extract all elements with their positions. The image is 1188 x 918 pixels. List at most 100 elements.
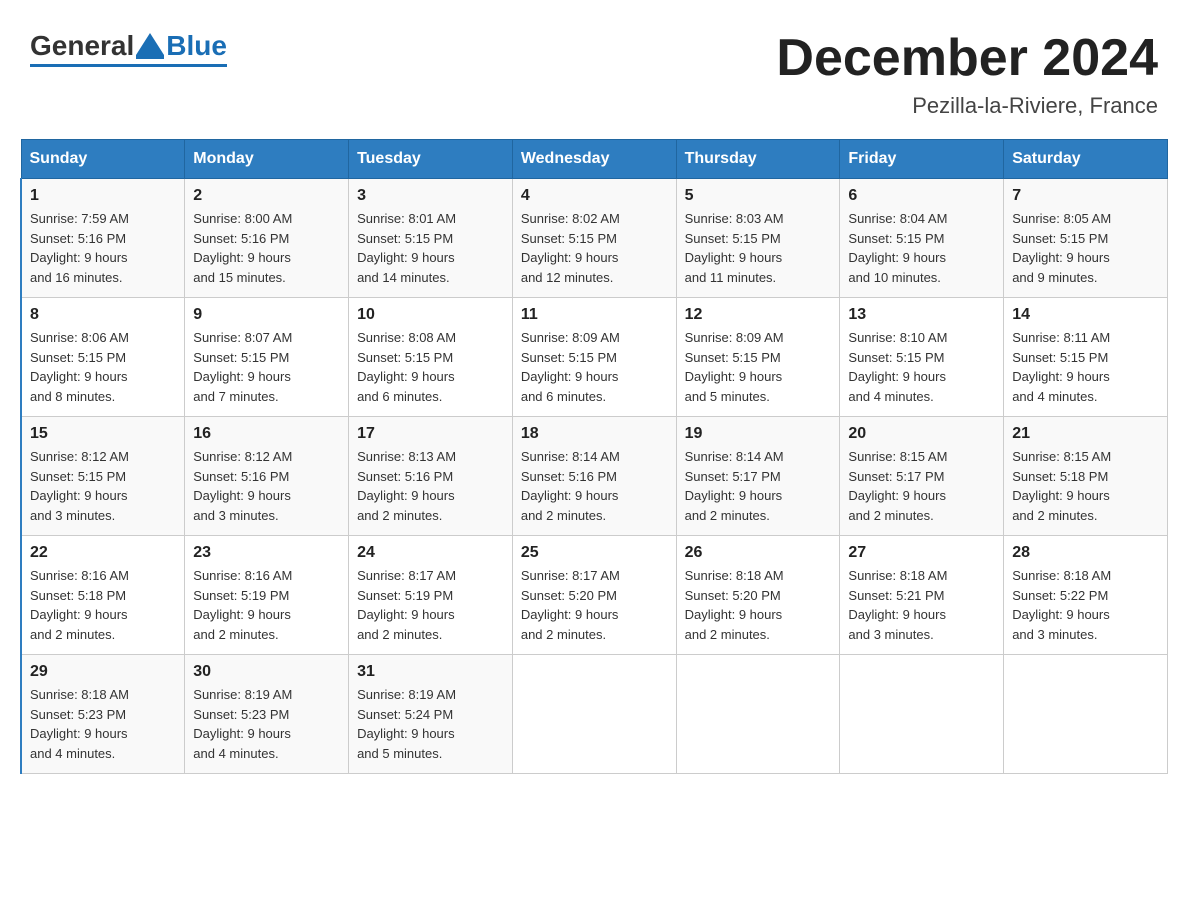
calendar-title: December 2024 bbox=[776, 30, 1158, 87]
calendar-header-row: SundayMondayTuesdayWednesdayThursdayFrid… bbox=[21, 140, 1168, 179]
calendar-cell: 22 Sunrise: 8:16 AMSunset: 5:18 PMDaylig… bbox=[21, 536, 185, 655]
day-info: Sunrise: 8:06 AMSunset: 5:15 PMDaylight:… bbox=[30, 330, 129, 404]
calendar-header-tuesday: Tuesday bbox=[349, 140, 513, 179]
day-number: 16 bbox=[193, 425, 340, 443]
day-info: Sunrise: 8:03 AMSunset: 5:15 PMDaylight:… bbox=[685, 211, 784, 285]
calendar-cell: 2 Sunrise: 8:00 AMSunset: 5:16 PMDayligh… bbox=[185, 179, 349, 298]
day-info: Sunrise: 8:19 AMSunset: 5:23 PMDaylight:… bbox=[193, 687, 292, 761]
calendar-cell: 24 Sunrise: 8:17 AMSunset: 5:19 PMDaylig… bbox=[349, 536, 513, 655]
day-info: Sunrise: 8:18 AMSunset: 5:23 PMDaylight:… bbox=[30, 687, 129, 761]
calendar-header-thursday: Thursday bbox=[676, 140, 840, 179]
day-info: Sunrise: 8:19 AMSunset: 5:24 PMDaylight:… bbox=[357, 687, 456, 761]
calendar-week-row: 1 Sunrise: 7:59 AMSunset: 5:16 PMDayligh… bbox=[21, 179, 1168, 298]
day-info: Sunrise: 8:09 AMSunset: 5:15 PMDaylight:… bbox=[685, 330, 784, 404]
day-info: Sunrise: 8:12 AMSunset: 5:16 PMDaylight:… bbox=[193, 449, 292, 523]
calendar-cell: 14 Sunrise: 8:11 AMSunset: 5:15 PMDaylig… bbox=[1004, 298, 1168, 417]
calendar-cell: 1 Sunrise: 7:59 AMSunset: 5:16 PMDayligh… bbox=[21, 179, 185, 298]
calendar-cell: 28 Sunrise: 8:18 AMSunset: 5:22 PMDaylig… bbox=[1004, 536, 1168, 655]
day-info: Sunrise: 8:07 AMSunset: 5:15 PMDaylight:… bbox=[193, 330, 292, 404]
day-number: 20 bbox=[848, 425, 995, 443]
day-info: Sunrise: 8:12 AMSunset: 5:15 PMDaylight:… bbox=[30, 449, 129, 523]
day-info: Sunrise: 8:18 AMSunset: 5:22 PMDaylight:… bbox=[1012, 568, 1111, 642]
day-info: Sunrise: 8:18 AMSunset: 5:20 PMDaylight:… bbox=[685, 568, 784, 642]
calendar-cell: 29 Sunrise: 8:18 AMSunset: 5:23 PMDaylig… bbox=[21, 655, 185, 774]
day-info: Sunrise: 8:02 AMSunset: 5:15 PMDaylight:… bbox=[521, 211, 620, 285]
day-info: Sunrise: 8:17 AMSunset: 5:19 PMDaylight:… bbox=[357, 568, 456, 642]
calendar-cell: 9 Sunrise: 8:07 AMSunset: 5:15 PMDayligh… bbox=[185, 298, 349, 417]
calendar-cell bbox=[676, 655, 840, 774]
calendar-cell: 16 Sunrise: 8:12 AMSunset: 5:16 PMDaylig… bbox=[185, 417, 349, 536]
calendar-cell: 12 Sunrise: 8:09 AMSunset: 5:15 PMDaylig… bbox=[676, 298, 840, 417]
day-info: Sunrise: 8:04 AMSunset: 5:15 PMDaylight:… bbox=[848, 211, 947, 285]
day-info: Sunrise: 8:15 AMSunset: 5:17 PMDaylight:… bbox=[848, 449, 947, 523]
day-number: 18 bbox=[521, 425, 668, 443]
day-number: 31 bbox=[357, 663, 504, 681]
calendar-cell: 23 Sunrise: 8:16 AMSunset: 5:19 PMDaylig… bbox=[185, 536, 349, 655]
calendar-cell bbox=[840, 655, 1004, 774]
day-number: 19 bbox=[685, 425, 832, 443]
day-number: 14 bbox=[1012, 306, 1159, 324]
day-number: 25 bbox=[521, 544, 668, 562]
calendar-cell: 13 Sunrise: 8:10 AMSunset: 5:15 PMDaylig… bbox=[840, 298, 1004, 417]
calendar-cell: 4 Sunrise: 8:02 AMSunset: 5:15 PMDayligh… bbox=[512, 179, 676, 298]
day-info: Sunrise: 8:09 AMSunset: 5:15 PMDaylight:… bbox=[521, 330, 620, 404]
calendar-cell: 7 Sunrise: 8:05 AMSunset: 5:15 PMDayligh… bbox=[1004, 179, 1168, 298]
day-number: 1 bbox=[30, 187, 176, 205]
calendar-cell bbox=[1004, 655, 1168, 774]
day-number: 9 bbox=[193, 306, 340, 324]
calendar-header-saturday: Saturday bbox=[1004, 140, 1168, 179]
day-number: 3 bbox=[357, 187, 504, 205]
day-info: Sunrise: 8:00 AMSunset: 5:16 PMDaylight:… bbox=[193, 211, 292, 285]
calendar-cell: 31 Sunrise: 8:19 AMSunset: 5:24 PMDaylig… bbox=[349, 655, 513, 774]
calendar-week-row: 29 Sunrise: 8:18 AMSunset: 5:23 PMDaylig… bbox=[21, 655, 1168, 774]
calendar-cell: 30 Sunrise: 8:19 AMSunset: 5:23 PMDaylig… bbox=[185, 655, 349, 774]
day-number: 26 bbox=[685, 544, 832, 562]
day-info: Sunrise: 8:01 AMSunset: 5:15 PMDaylight:… bbox=[357, 211, 456, 285]
calendar-cell: 6 Sunrise: 8:04 AMSunset: 5:15 PMDayligh… bbox=[840, 179, 1004, 298]
day-info: Sunrise: 8:13 AMSunset: 5:16 PMDaylight:… bbox=[357, 449, 456, 523]
day-info: Sunrise: 8:14 AMSunset: 5:16 PMDaylight:… bbox=[521, 449, 620, 523]
calendar-cell: 19 Sunrise: 8:14 AMSunset: 5:17 PMDaylig… bbox=[676, 417, 840, 536]
calendar-cell: 3 Sunrise: 8:01 AMSunset: 5:15 PMDayligh… bbox=[349, 179, 513, 298]
day-number: 21 bbox=[1012, 425, 1159, 443]
day-info: Sunrise: 8:05 AMSunset: 5:15 PMDaylight:… bbox=[1012, 211, 1111, 285]
day-number: 11 bbox=[521, 306, 668, 324]
day-number: 4 bbox=[521, 187, 668, 205]
day-number: 30 bbox=[193, 663, 340, 681]
day-info: Sunrise: 8:16 AMSunset: 5:18 PMDaylight:… bbox=[30, 568, 129, 642]
calendar-header-wednesday: Wednesday bbox=[512, 140, 676, 179]
calendar-table: SundayMondayTuesdayWednesdayThursdayFrid… bbox=[20, 139, 1168, 774]
day-info: Sunrise: 8:11 AMSunset: 5:15 PMDaylight:… bbox=[1012, 330, 1110, 404]
day-number: 28 bbox=[1012, 544, 1159, 562]
day-info: Sunrise: 8:16 AMSunset: 5:19 PMDaylight:… bbox=[193, 568, 292, 642]
logo: General Blue bbox=[30, 30, 227, 67]
logo-blue-text: Blue bbox=[166, 30, 227, 62]
title-section: December 2024 Pezilla-la-Riviere, France bbox=[776, 30, 1158, 119]
calendar-cell: 20 Sunrise: 8:15 AMSunset: 5:17 PMDaylig… bbox=[840, 417, 1004, 536]
day-number: 6 bbox=[848, 187, 995, 205]
day-number: 15 bbox=[30, 425, 176, 443]
calendar-header-monday: Monday bbox=[185, 140, 349, 179]
calendar-cell: 8 Sunrise: 8:06 AMSunset: 5:15 PMDayligh… bbox=[21, 298, 185, 417]
calendar-cell: 18 Sunrise: 8:14 AMSunset: 5:16 PMDaylig… bbox=[512, 417, 676, 536]
calendar-cell: 25 Sunrise: 8:17 AMSunset: 5:20 PMDaylig… bbox=[512, 536, 676, 655]
logo-triangle-icon bbox=[136, 33, 164, 59]
day-info: Sunrise: 8:17 AMSunset: 5:20 PMDaylight:… bbox=[521, 568, 620, 642]
calendar-week-row: 22 Sunrise: 8:16 AMSunset: 5:18 PMDaylig… bbox=[21, 536, 1168, 655]
day-number: 29 bbox=[30, 663, 176, 681]
calendar-subtitle: Pezilla-la-Riviere, France bbox=[776, 93, 1158, 119]
day-number: 5 bbox=[685, 187, 832, 205]
calendar-header-friday: Friday bbox=[840, 140, 1004, 179]
calendar-cell: 27 Sunrise: 8:18 AMSunset: 5:21 PMDaylig… bbox=[840, 536, 1004, 655]
day-number: 8 bbox=[30, 306, 176, 324]
logo-general-text: General bbox=[30, 30, 134, 62]
day-info: Sunrise: 8:18 AMSunset: 5:21 PMDaylight:… bbox=[848, 568, 947, 642]
day-number: 27 bbox=[848, 544, 995, 562]
day-info: Sunrise: 8:08 AMSunset: 5:15 PMDaylight:… bbox=[357, 330, 456, 404]
calendar-cell: 10 Sunrise: 8:08 AMSunset: 5:15 PMDaylig… bbox=[349, 298, 513, 417]
day-number: 2 bbox=[193, 187, 340, 205]
day-info: Sunrise: 8:14 AMSunset: 5:17 PMDaylight:… bbox=[685, 449, 784, 523]
day-number: 22 bbox=[30, 544, 176, 562]
calendar-cell: 26 Sunrise: 8:18 AMSunset: 5:20 PMDaylig… bbox=[676, 536, 840, 655]
day-info: Sunrise: 8:10 AMSunset: 5:15 PMDaylight:… bbox=[848, 330, 947, 404]
